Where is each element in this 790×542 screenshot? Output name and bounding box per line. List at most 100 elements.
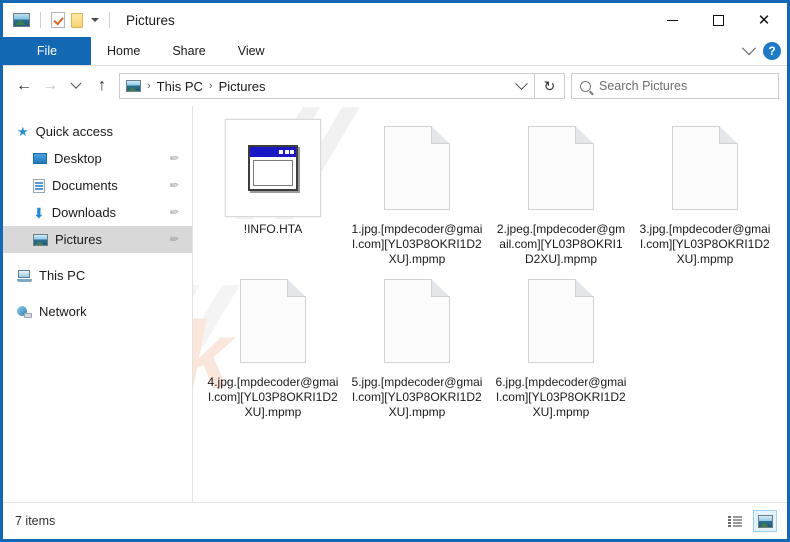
sidebar-item-label: Pictures [55, 232, 102, 247]
item-count: 7 items [15, 514, 56, 528]
up-button[interactable]: ↑ [89, 71, 115, 101]
sidebar-item-label: This PC [39, 268, 86, 283]
expand-ribbon-chevron-down-icon[interactable] [741, 41, 757, 56]
search-input[interactable]: Search Pictures [599, 79, 687, 93]
documents-icon [33, 178, 45, 193]
sidebar-item-label: Downloads [51, 205, 117, 220]
blank-file-icon [384, 279, 450, 363]
pictures-icon [33, 233, 48, 246]
file-item[interactable]: 2.jpeg.[mpdecoder@gmail.com][YL03P8OKRI1… [489, 114, 633, 267]
customize-toolbar-caret-icon[interactable] [91, 18, 99, 22]
titlebar: Pictures ✕ [3, 3, 787, 37]
file-thumbnail [513, 120, 609, 216]
tab-view[interactable]: View [222, 37, 281, 65]
breadcrumb-pictures[interactable]: Pictures [219, 79, 266, 94]
new-folder-icon[interactable] [71, 12, 83, 28]
chevron-down-icon [70, 77, 82, 89]
pin-icon[interactable]: ✐ [166, 178, 181, 193]
picture-icon[interactable] [13, 13, 30, 27]
breadcrumb-this-pc[interactable]: This PC [157, 79, 203, 94]
pin-icon[interactable]: ✐ [166, 232, 181, 247]
file-name: 2.jpeg.[mpdecoder@gmail.com][YL03P8OKRI1… [496, 222, 626, 266]
sidebar-item-label: Documents [52, 178, 118, 193]
navigation-pane: ★ Quick access Desktop ✐ Documents ✐ ⬇ D… [3, 106, 193, 502]
forward-button[interactable]: → [37, 71, 63, 101]
ribbon-tabs: File Home Share View ? [3, 37, 787, 66]
view-toggles [723, 510, 777, 532]
downloads-icon: ⬇ [33, 204, 45, 221]
file-thumbnail [369, 273, 465, 369]
sidebar-item-this-pc[interactable]: This PC [3, 262, 192, 289]
sidebar-item-documents[interactable]: Documents ✐ [3, 172, 192, 199]
toolbar-divider [40, 12, 41, 28]
status-bar: 7 items [3, 502, 787, 539]
pin-icon[interactable]: ✐ [166, 151, 181, 166]
file-item[interactable]: 4.jpg.[mpdecoder@gmail.com][YL03P8OKRI1D… [201, 267, 345, 420]
file-list-pane[interactable]: // // risk ! [193, 106, 787, 502]
file-thumbnail [225, 119, 321, 217]
quick-access-toolbar [13, 3, 114, 37]
file-thumbnail [369, 120, 465, 216]
window-title: Pictures [126, 12, 175, 28]
details-view-icon [728, 515, 742, 527]
sidebar-item-pictures[interactable]: Pictures ✐ [3, 226, 192, 253]
sidebar-item-label: Desktop [54, 151, 102, 166]
body: ★ Quick access Desktop ✐ Documents ✐ ⬇ D… [3, 106, 787, 502]
recent-locations-button[interactable] [63, 71, 89, 101]
breadcrumb-chevron-down-icon[interactable] [515, 76, 528, 90]
sidebar-item-label: Network [39, 304, 87, 319]
file-name: 4.jpg.[mpdecoder@gmail.com][YL03P8OKRI1D… [207, 375, 339, 419]
refresh-button[interactable]: ↻ [535, 73, 565, 99]
large-icons-view-button[interactable] [753, 510, 777, 532]
file-item[interactable]: 1.jpg.[mpdecoder@gmail.com][YL03P8OKRI1D… [345, 114, 489, 267]
file-name: !INFO.HTA [243, 222, 303, 236]
sidebar-item-desktop[interactable]: Desktop ✐ [3, 145, 192, 172]
sidebar-item-network[interactable]: Network [3, 298, 192, 325]
desktop-icon [33, 153, 47, 164]
file-name: 1.jpg.[mpdecoder@gmail.com][YL03P8OKRI1D… [351, 222, 483, 266]
file-explorer-window: Pictures ✕ File Home Share View ? ← → ↑ … [0, 0, 790, 542]
hta-window-icon [225, 119, 321, 217]
blank-file-icon [528, 279, 594, 363]
sidebar-item-label: Quick access [35, 124, 113, 139]
file-item[interactable]: 5.jpg.[mpdecoder@gmail.com][YL03P8OKRI1D… [345, 267, 489, 420]
file-name: 3.jpg.[mpdecoder@gmail.com][YL03P8OKRI1D… [639, 222, 771, 266]
file-name: 5.jpg.[mpdecoder@gmail.com][YL03P8OKRI1D… [351, 375, 483, 419]
large-icons-view-icon [757, 514, 773, 528]
maximize-button[interactable] [695, 3, 741, 37]
tab-home[interactable]: Home [91, 37, 156, 65]
search-box[interactable]: Search Pictures [571, 73, 779, 99]
breadcrumb-separator-1: › [147, 80, 151, 92]
close-button[interactable]: ✕ [741, 3, 787, 37]
file-item[interactable]: 6.jpg.[mpdecoder@gmail.com][YL03P8OKRI1D… [489, 267, 633, 420]
blank-file-icon [384, 126, 450, 210]
sidebar-item-downloads[interactable]: ⬇ Downloads ✐ [3, 199, 192, 226]
sidebar-item-quick-access[interactable]: ★ Quick access [3, 118, 192, 145]
file-thumbnail [657, 120, 753, 216]
file-item[interactable]: 3.jpg.[mpdecoder@gmail.com][YL03P8OKRI1D… [633, 114, 777, 267]
file-name: 6.jpg.[mpdecoder@gmail.com][YL03P8OKRI1D… [495, 375, 627, 419]
blank-file-icon [240, 279, 306, 363]
window-controls: ✕ [649, 3, 787, 37]
file-thumbnail [225, 273, 321, 369]
blank-file-icon [672, 126, 738, 210]
blank-file-icon [528, 126, 594, 210]
star-icon: ★ [17, 123, 29, 139]
this-pc-icon [17, 269, 32, 282]
network-icon [17, 305, 32, 318]
details-view-button[interactable] [723, 510, 747, 532]
back-button[interactable]: ← [11, 71, 37, 101]
toolbar-divider-2 [109, 12, 110, 28]
tab-file[interactable]: File [3, 37, 91, 65]
file-item[interactable]: !INFO.HTA [201, 114, 345, 267]
properties-icon[interactable] [51, 12, 65, 28]
breadcrumb-pictures-icon [126, 80, 141, 92]
pin-icon[interactable]: ✐ [166, 205, 181, 220]
tab-share[interactable]: Share [156, 37, 221, 65]
breadcrumb[interactable]: › This PC › Pictures [119, 73, 535, 99]
help-button[interactable]: ? [763, 42, 781, 60]
breadcrumb-separator-2: › [208, 80, 213, 92]
minimize-button[interactable] [649, 3, 695, 37]
